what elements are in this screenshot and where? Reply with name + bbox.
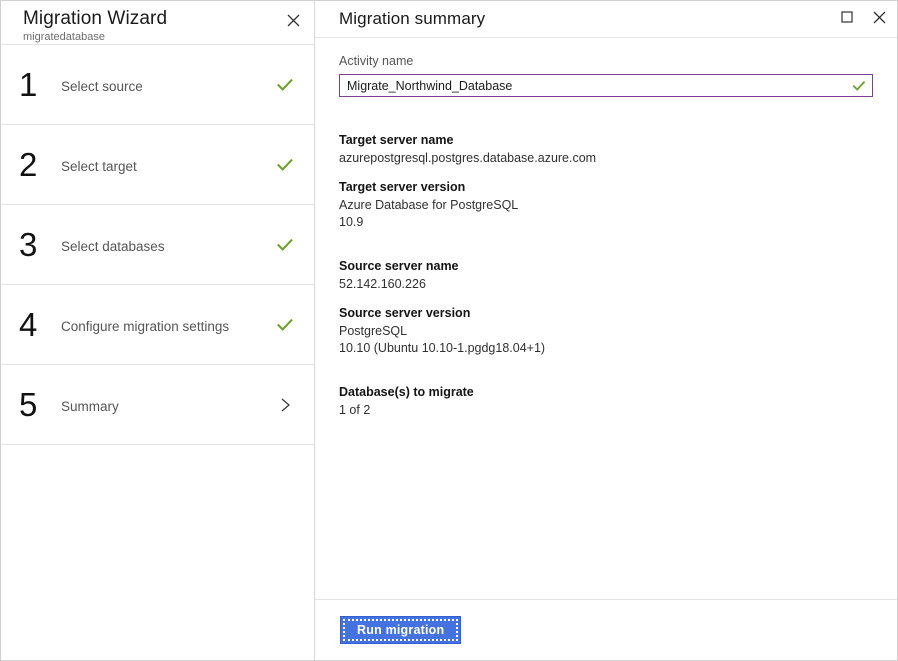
step-label: Select source [61,79,143,94]
activity-name-label: Activity name [339,54,873,68]
sidebar-item-configure-migration-settings[interactable]: 4 Configure migration settings [1,285,314,365]
window-controls [835,5,891,29]
wizard-steps: 1 Select source 2 Select target [1,45,314,660]
summary-body: Activity name Target server name azurepo… [315,38,897,599]
wizard-header: Migration Wizard migratedatabase [1,1,314,45]
detail-value: 10.10 (Ubuntu 10.10-1.pgdg18.04+1) [339,340,873,357]
detail-value: azurepostgresql.postgres.database.azure.… [339,150,873,167]
page-subtitle: migratedatabase [23,30,314,44]
activity-name-input[interactable] [340,75,872,96]
close-icon[interactable] [282,9,304,31]
detail-key: Source server name [339,257,873,275]
checkmark-icon [274,74,296,96]
summary-header: Migration summary [315,1,897,38]
summary-panel: Migration summary Activity name [315,1,897,660]
page-title: Migration Wizard [23,7,314,30]
sidebar-item-select-databases[interactable]: 3 Select databases [1,205,314,285]
sidebar-empty-area [1,445,314,660]
maximize-icon[interactable] [835,5,859,29]
detail-key: Target server name [339,131,873,149]
summary-footer: Run migration [315,599,897,660]
close-icon[interactable] [867,5,891,29]
detail-target-server-name: Target server name azurepostgresql.postg… [339,131,873,167]
step-label: Configure migration settings [61,319,229,334]
wizard-sidebar: Migration Wizard migratedatabase 1 Selec… [1,1,315,660]
detail-databases-to-migrate: Database(s) to migrate 1 of 2 [339,383,873,419]
step-label: Select databases [61,239,165,254]
step-number: 2 [19,147,59,183]
sidebar-item-select-source[interactable]: 1 Select source [1,45,314,125]
checkmark-icon [274,154,296,176]
activity-name-field[interactable] [339,74,873,97]
detail-source-server-name: Source server name 52.142.160.226 [339,257,873,293]
step-number: 4 [19,307,59,343]
detail-source-server-version: Source server version PostgreSQL 10.10 (… [339,304,873,357]
detail-value: 10.9 [339,214,873,231]
step-number: 5 [19,387,59,423]
detail-key: Source server version [339,304,873,322]
summary-title: Migration summary [339,9,485,29]
step-label: Summary [61,399,119,414]
step-label: Select target [61,159,137,174]
detail-value: Azure Database for PostgreSQL [339,197,873,214]
detail-value: PostgreSQL [339,323,873,340]
detail-key: Target server version [339,178,873,196]
checkmark-icon [274,314,296,336]
step-number: 1 [19,67,59,103]
sidebar-item-summary[interactable]: 5 Summary [1,365,314,445]
summary-details: Target server name azurepostgresql.postg… [339,131,873,419]
checkmark-icon [852,79,866,93]
detail-target-server-version: Target server version Azure Database for… [339,178,873,231]
sidebar-item-select-target[interactable]: 2 Select target [1,125,314,205]
detail-key: Database(s) to migrate [339,383,873,401]
chevron-right-icon [274,394,296,416]
migration-wizard-window: Migration Wizard migratedatabase 1 Selec… [0,0,898,661]
detail-value: 52.142.160.226 [339,276,873,293]
run-migration-button[interactable]: Run migration [341,617,460,643]
checkmark-icon [274,234,296,256]
step-number: 3 [19,227,59,263]
detail-value: 1 of 2 [339,402,873,419]
